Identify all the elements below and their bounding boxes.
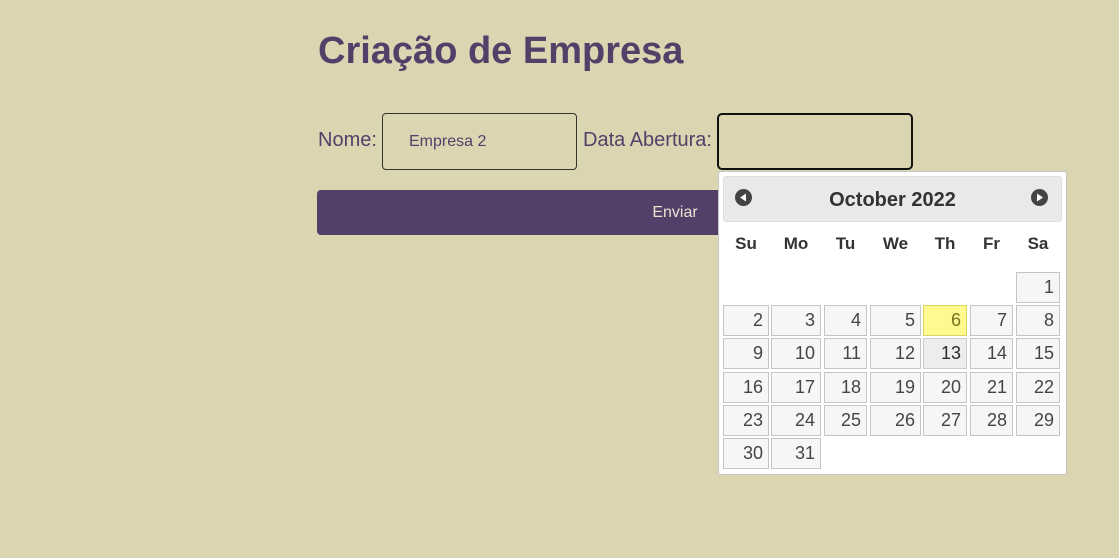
calendar-day[interactable]: 12	[870, 338, 921, 369]
calendar-day[interactable]: 31	[771, 438, 821, 469]
calendar-day[interactable]: 5	[870, 305, 921, 336]
calendar-day[interactable]: 14	[970, 338, 1013, 369]
calendar-day[interactable]: 1	[1016, 272, 1060, 303]
next-month-icon[interactable]	[1031, 189, 1048, 206]
datepicker: October 2022 Su Mo Tu We Th Fr Sa 1 2 3 4 5 6 7 8 9 10 1…	[718, 171, 1067, 475]
calendar-day[interactable]: 18	[824, 372, 867, 403]
calendar-day[interactable]: 3	[771, 305, 821, 336]
calendar-day[interactable]: 17	[771, 372, 821, 403]
weekday-label: Sa	[1027, 234, 1049, 253]
calendar-day[interactable]: 26	[870, 405, 921, 436]
calendar-day[interactable]: 9	[723, 338, 769, 369]
datepicker-header: October 2022	[723, 176, 1062, 222]
weekday-label: We	[882, 234, 909, 253]
calendar-day[interactable]: 11	[824, 338, 867, 369]
data-abertura-label: Data Abertura:	[583, 129, 712, 151]
calendar-day[interactable]: 23	[723, 405, 769, 436]
calendar-day[interactable]: 8	[1016, 305, 1060, 336]
data-abertura-input[interactable]	[717, 113, 913, 170]
calendar-day[interactable]: 22	[1016, 372, 1060, 403]
calendar-day[interactable]: 16	[723, 372, 769, 403]
weekday-label: Su	[735, 234, 757, 253]
calendar-day[interactable]: 27	[923, 405, 967, 436]
nome-label: Nome:	[318, 129, 377, 151]
calendar-day[interactable]: 2	[723, 305, 769, 336]
weekday-label: Tu	[835, 234, 856, 253]
calendar-day[interactable]: 7	[970, 305, 1013, 336]
weekday-header-row: Su Mo Tu We Th Fr Sa	[723, 222, 1062, 262]
calendar-day[interactable]: 30	[723, 438, 769, 469]
calendar-day[interactable]: 19	[870, 372, 921, 403]
page-title: Criação de Empresa	[318, 30, 684, 72]
calendar-day[interactable]: 25	[824, 405, 867, 436]
weekday-label: Fr	[983, 234, 1000, 253]
calendar-day[interactable]: 15	[1016, 338, 1060, 369]
calendar-day[interactable]: 6	[923, 305, 967, 336]
calendar-day[interactable]: 24	[771, 405, 821, 436]
nome-input[interactable]	[382, 113, 577, 170]
calendar-day[interactable]: 10	[771, 338, 821, 369]
datepicker-title: October 2022	[829, 189, 956, 211]
calendar-day[interactable]: 13	[923, 338, 967, 369]
calendar-day[interactable]: 29	[1016, 405, 1060, 436]
page: Criação de Empresa Nome: Data Abertura: …	[0, 0, 1119, 558]
calendar-day[interactable]: 4	[824, 305, 867, 336]
calendar-day[interactable]: 20	[923, 372, 967, 403]
calendar-day[interactable]: 28	[970, 405, 1013, 436]
weekday-label: Th	[934, 234, 956, 253]
calendar-day[interactable]: 21	[970, 372, 1013, 403]
weekday-label: Mo	[783, 234, 809, 253]
